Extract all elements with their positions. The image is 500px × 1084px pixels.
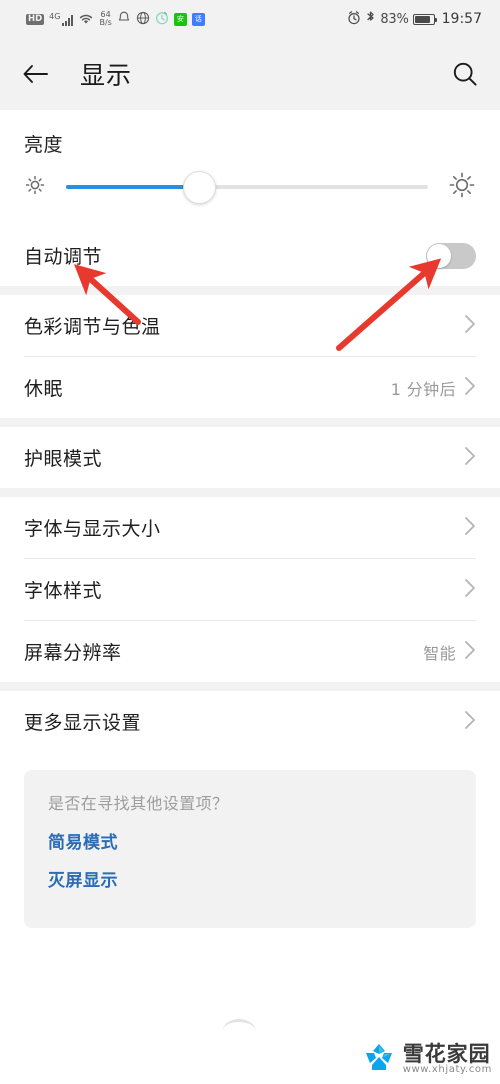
hd-icon: HD <box>26 13 45 25</box>
row-label: 字体与显示大小 <box>24 518 161 540</box>
wifi-icon <box>78 10 94 29</box>
suggestion-link-simple-mode[interactable]: 简易模式 <box>48 828 452 853</box>
snowflake-logo <box>362 1040 396 1078</box>
brightness-slider-thumb[interactable] <box>183 170 217 204</box>
section-gap <box>0 286 500 295</box>
toggle-knob <box>427 243 451 268</box>
data-rate-icon: 64 B/s <box>99 9 112 27</box>
sun-large-icon <box>448 171 476 203</box>
signal-bars-icon <box>62 14 74 26</box>
green-app-icon: 安 <box>173 12 187 26</box>
row-label: 休眠 <box>24 378 64 400</box>
brightness-section: 亮度 自动调节 <box>0 110 500 286</box>
back-arrow-icon[interactable] <box>18 57 52 91</box>
status-bar-right-icons: 83% 19:57 <box>347 10 482 29</box>
brightness-label: 亮度 <box>24 134 64 156</box>
group-text-display: 字体与显示大小 字体样式 屏幕分辨率 智能 <box>0 497 500 682</box>
chevron-right-icon <box>464 516 476 540</box>
footer-wrap: 是否在寻找其他设置项？ 简易模式 灭屏显示 <box>0 752 500 928</box>
group-more-settings: 更多显示设置 <box>0 691 500 752</box>
group-eye-comfort: 护眼模式 <box>0 427 500 488</box>
auto-brightness-toggle[interactable] <box>426 242 476 269</box>
suggestion-link-always-on-display[interactable]: 灭屏显示 <box>48 866 452 891</box>
sun-small-icon <box>24 174 46 200</box>
chevron-right-icon <box>464 446 476 470</box>
chevron-right-icon <box>464 376 476 400</box>
row-label: 色彩调节与色温 <box>24 316 161 338</box>
search-icon[interactable] <box>448 57 482 91</box>
page-title: 显示 <box>80 61 133 90</box>
row-more-display-settings[interactable]: 更多显示设置 <box>0 691 500 752</box>
row-sleep[interactable]: 休眠 1 分钟后 <box>0 357 500 418</box>
brightness-slider-fill <box>66 185 200 189</box>
section-gap <box>0 488 500 497</box>
row-color-temperature[interactable]: 色彩调节与色温 <box>0 295 500 356</box>
alarm-circle-icon <box>155 10 169 29</box>
watermark-text: 雪花家园 www.xhjaty.com <box>403 1043 492 1076</box>
blue-app-icon: 话 <box>191 12 205 26</box>
row-label: 更多显示设置 <box>24 712 142 734</box>
row-value: 1 分钟后 <box>390 379 456 399</box>
row-label: 护眼模式 <box>24 448 103 470</box>
alarm-icon <box>347 10 361 29</box>
app-bar: 显示 <box>0 38 500 110</box>
signal-icon: 4G <box>49 12 74 26</box>
row-font-style[interactable]: 字体样式 <box>0 559 500 620</box>
section-gap <box>0 418 500 427</box>
row-eye-comfort-mode[interactable]: 护眼模式 <box>0 427 500 488</box>
chevron-right-icon <box>464 640 476 664</box>
suggestion-question: 是否在寻找其他设置项？ <box>48 794 229 813</box>
battery-icon <box>412 13 438 25</box>
status-bar: HD 4G 64 B/s 安 话 83% 19:57 <box>0 0 500 38</box>
brightness-slider-row[interactable] <box>0 157 500 225</box>
brightness-slider-track[interactable] <box>66 170 428 204</box>
bluetooth-icon <box>365 10 376 29</box>
navigation-bar-hint <box>222 1019 256 1032</box>
bell-silent-icon <box>117 10 131 29</box>
row-screen-resolution[interactable]: 屏幕分辨率 智能 <box>0 621 500 682</box>
row-text-and-display-size[interactable]: 字体与显示大小 <box>0 497 500 558</box>
chevron-right-icon <box>464 578 476 602</box>
suggestion-card: 是否在寻找其他设置项？ 简易模式 灭屏显示 <box>24 770 476 928</box>
watermark: 雪花家园 www.xhjaty.com <box>362 1040 492 1078</box>
watermark-url: www.xhjaty.com <box>402 1063 492 1075</box>
chevron-right-icon <box>464 314 476 338</box>
status-bar-clock: 19:57 <box>441 11 482 27</box>
row-label: 自动调节 <box>24 246 103 268</box>
globe-icon <box>136 10 150 29</box>
section-gap <box>0 682 500 691</box>
battery-percent: 83% <box>380 11 409 27</box>
row-label: 屏幕分辨率 <box>24 642 122 664</box>
phone-screen: HD 4G 64 B/s 安 话 83% 19:57 显示 亮度 自动调节 色彩… <box>0 0 500 1084</box>
group-color-sleep: 色彩调节与色温 休眠 1 分钟后 <box>0 295 500 418</box>
row-label: 字体样式 <box>24 580 103 602</box>
status-bar-left-icons: HD 4G 64 B/s 安 话 <box>26 10 205 29</box>
chevron-right-icon <box>464 710 476 734</box>
row-auto-brightness[interactable]: 自动调节 <box>0 225 500 286</box>
watermark-brand: 雪花家园 <box>402 1041 491 1066</box>
row-value: 智能 <box>423 643 456 663</box>
